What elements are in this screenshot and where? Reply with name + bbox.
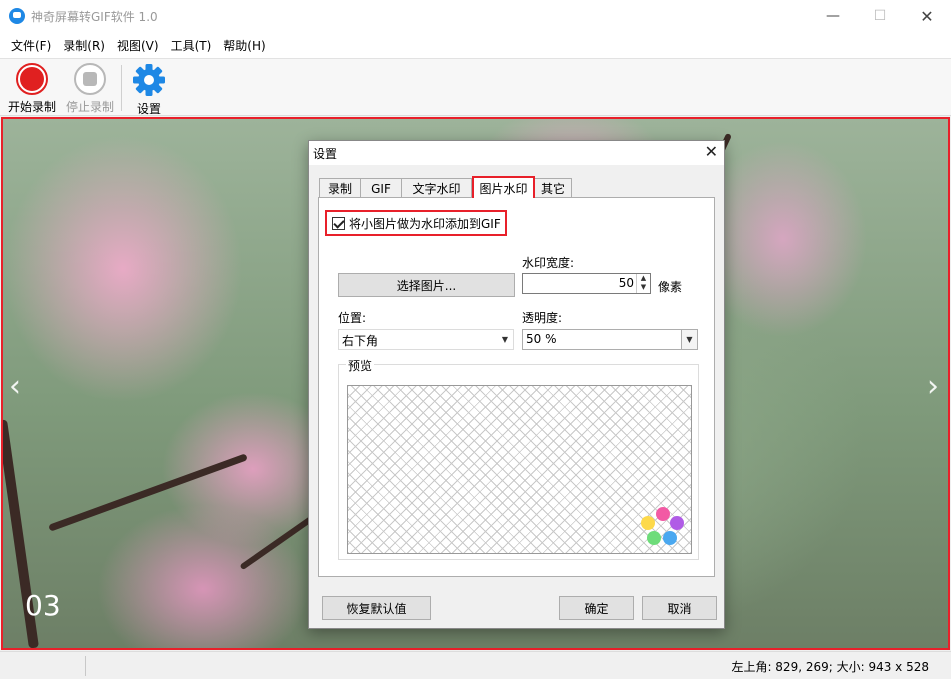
- menu-view[interactable]: 视图(V): [111, 37, 165, 54]
- width-spinner[interactable]: 50 ▲ ▼: [522, 273, 651, 294]
- logo-dot: [656, 507, 670, 521]
- window-title: 神奇屏幕转GIF软件 1.0: [31, 9, 158, 24]
- tab-other[interactable]: 其它: [534, 178, 572, 198]
- start-record-button[interactable]: 开始录制: [6, 63, 58, 115]
- width-label: 水印宽度:: [522, 256, 575, 270]
- opacity-label: 透明度:: [522, 311, 563, 325]
- tab-image-watermark[interactable]: 图片水印: [472, 176, 535, 198]
- spinner-arrows[interactable]: ▲ ▼: [636, 274, 650, 293]
- prev-slide-arrow[interactable]: ‹: [9, 369, 21, 404]
- tab-gif[interactable]: GIF: [360, 178, 402, 198]
- slide-number: 03: [25, 589, 61, 622]
- enable-watermark-label: 将小图片做为水印添加到GIF: [349, 216, 501, 231]
- preview-canvas: [347, 385, 692, 554]
- position-select[interactable]: 右下角 ▼: [338, 329, 514, 350]
- spin-up-icon[interactable]: ▲: [637, 274, 650, 283]
- menu-bar: 文件(F) 录制(R) 视图(V) 工具(T) 帮助(H): [0, 32, 951, 58]
- region-info: 左上角: 829, 269; 大小: 943 x 528: [731, 660, 929, 674]
- stop-record-label: 停止录制: [65, 100, 114, 114]
- menu-file[interactable]: 文件(F): [5, 37, 57, 54]
- cancel-button[interactable]: 取消: [642, 596, 717, 620]
- settings-label: 设置: [136, 102, 161, 116]
- opacity-select[interactable]: 50 % ▼: [522, 329, 698, 350]
- tab-text-watermark[interactable]: 文字水印: [401, 178, 472, 198]
- stop-record-button[interactable]: 停止录制: [64, 63, 116, 115]
- menu-help[interactable]: 帮助(H): [217, 37, 271, 54]
- dialog-title-bar: 设置 ✕: [309, 141, 724, 165]
- logo-dot: [641, 516, 655, 530]
- gear-icon: [133, 64, 165, 96]
- dialog-close-button[interactable]: ✕: [705, 142, 718, 161]
- toolbar: 开始录制 停止录制 设置: [0, 58, 951, 116]
- preview-label: 预览: [346, 357, 375, 374]
- status-separator: [85, 656, 86, 676]
- chevron-down-icon: ▼: [501, 335, 509, 344]
- app-icon: [9, 8, 25, 24]
- width-value[interactable]: 50: [619, 276, 634, 290]
- chevron-down-icon: ▼: [681, 330, 697, 349]
- logo-dot: [647, 531, 661, 545]
- select-image-button[interactable]: 选择图片...: [338, 273, 515, 297]
- logo-dot: [670, 516, 684, 530]
- checkbox-checked-icon[interactable]: [332, 216, 345, 230]
- image-watermark-panel: 将小图片做为水印添加到GIF 水印宽度: 选择图片... 50 ▲ ▼ 像素 位…: [318, 197, 715, 577]
- close-window-button[interactable]: ✕: [904, 0, 950, 32]
- record-icon: [16, 63, 48, 95]
- restore-defaults-button[interactable]: 恢复默认值: [322, 596, 431, 620]
- minimize-button[interactable]: —: [810, 0, 856, 32]
- toolbar-separator: [121, 65, 122, 111]
- ok-button[interactable]: 确定: [559, 596, 634, 620]
- dialog-title: 设置: [313, 147, 338, 161]
- branch-decoration: [48, 453, 248, 532]
- next-slide-arrow[interactable]: ›: [927, 369, 939, 404]
- logo-dot: [663, 531, 677, 545]
- position-label: 位置:: [338, 311, 367, 325]
- spin-down-icon[interactable]: ▼: [637, 283, 650, 292]
- menu-record[interactable]: 录制(R): [57, 37, 111, 54]
- stop-icon: [74, 63, 106, 95]
- position-value: 右下角: [342, 334, 379, 348]
- title-bar: 神奇屏幕转GIF软件 1.0 — ☐ ✕: [0, 0, 951, 32]
- watermark-logo-icon: [641, 507, 685, 547]
- menu-tools[interactable]: 工具(T): [165, 37, 218, 54]
- tab-record[interactable]: 录制: [319, 178, 361, 198]
- start-record-label: 开始录制: [7, 100, 56, 114]
- status-bar: 左上角: 829, 269; 大小: 943 x 528: [0, 651, 951, 679]
- settings-dialog: 设置 ✕ 录制 GIF 文字水印 图片水印 其它 将小图片做为水印添加到GIF …: [308, 140, 725, 629]
- branch-decoration: [239, 513, 317, 571]
- enable-watermark-checkbox[interactable]: 将小图片做为水印添加到GIF: [325, 210, 507, 236]
- width-unit: 像素: [658, 280, 683, 294]
- settings-button[interactable]: 设置: [128, 63, 170, 117]
- maximize-button[interactable]: ☐: [857, 0, 903, 32]
- opacity-value: 50 %: [526, 332, 557, 346]
- preview-group: 预览: [338, 357, 699, 560]
